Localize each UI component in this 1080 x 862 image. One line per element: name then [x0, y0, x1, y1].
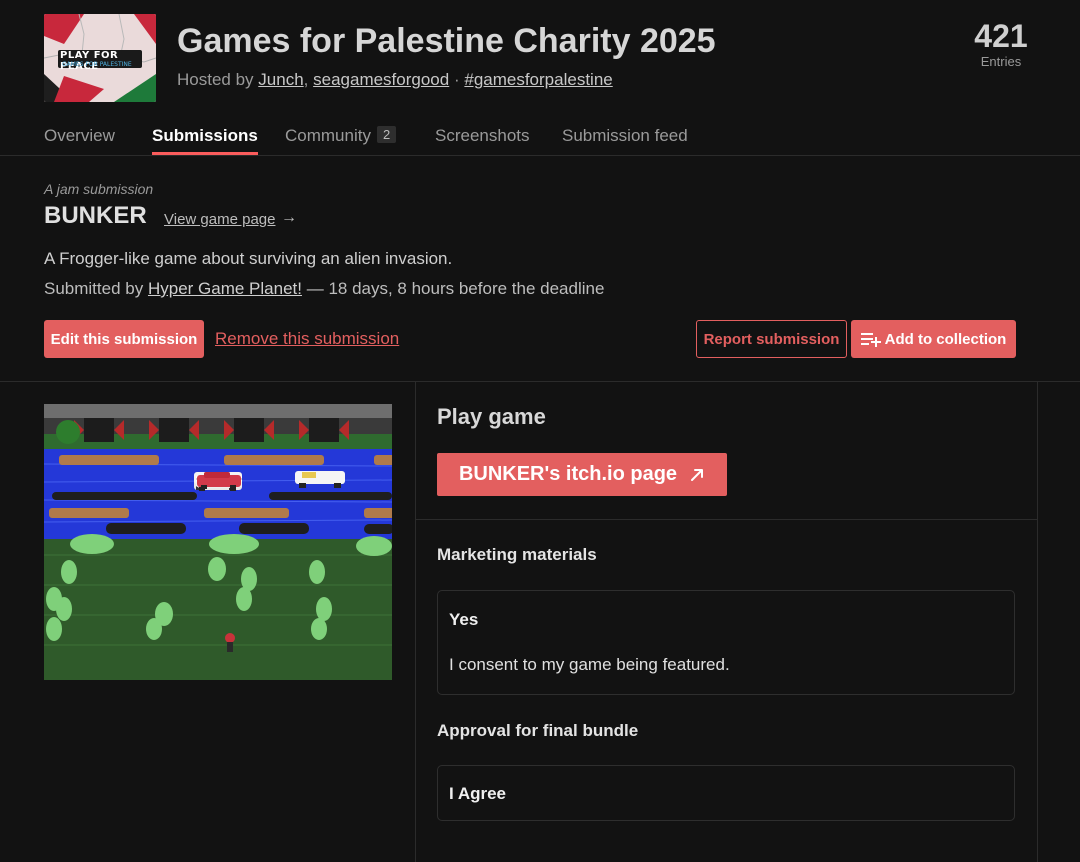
column-divider-right — [1037, 381, 1038, 862]
submitted-by: Submitted by Hyper Game Planet! — 18 day… — [44, 279, 604, 299]
play-game-title: Play game — [437, 404, 546, 429]
add-to-collection-label: Add to collection — [884, 330, 1007, 348]
report-submission-button[interactable]: Report submission — [696, 320, 847, 358]
tab-overview-label: Overview — [44, 126, 115, 145]
content-divider — [0, 381, 1080, 382]
author-link[interactable]: Hyper Game Planet! — [148, 279, 302, 298]
host-separator: , — [303, 70, 309, 89]
tab-screenshots-label: Screenshots — [435, 126, 530, 145]
column-divider — [415, 381, 416, 862]
dot-separator: · — [453, 70, 460, 89]
answer-box-approval: I Agree — [437, 765, 1015, 821]
question-title-approval: Approval for final bundle — [437, 721, 639, 740]
tab-overview[interactable]: Overview — [44, 126, 115, 146]
game-screenshot[interactable] — [44, 404, 392, 680]
external-link-icon — [691, 468, 704, 481]
edit-submission-button[interactable]: Edit this submission — [44, 320, 204, 358]
jam-header: PLAY FOR PEACE GAMES FOR PALESTINE Games… — [0, 0, 1080, 116]
tab-screenshots[interactable]: Screenshots — [435, 126, 530, 146]
host-link-seagamesforgood[interactable]: seagamesforgood — [313, 70, 449, 89]
arrow-right-icon: → — [281, 209, 297, 226]
tab-community-label: Community — [285, 126, 371, 145]
tab-submissions[interactable]: Submissions — [152, 126, 258, 155]
hashtag-link[interactable]: #gamesforpalestine — [464, 70, 612, 89]
answer-strong-approval: I Agree — [449, 784, 507, 803]
itch-page-label: BUNKER's itch.io page — [458, 463, 678, 485]
host-link-junch[interactable]: Junch — [258, 70, 303, 89]
tab-submission-feed[interactable]: Submission feed — [562, 126, 688, 146]
submitted-suffix: — 18 days, 8 hours before the deadline — [306, 279, 605, 298]
submission-name: BUNKER — [44, 202, 147, 229]
view-game-page-link[interactable]: View game page — [164, 211, 275, 228]
playlist-add-icon — [860, 333, 881, 347]
tab-submission-feed-label: Submission feed — [562, 126, 688, 145]
add-to-collection-button[interactable]: Add to collection — [851, 320, 1016, 358]
question-title-marketing: Marketing materials — [437, 545, 597, 564]
itch-page-button[interactable]: BUNKER's itch.io page — [437, 453, 727, 496]
entries-counter[interactable]: 421 Entries — [966, 18, 1036, 69]
community-count-badge: 2 — [376, 126, 397, 143]
jam-title[interactable]: Games for Palestine Charity 2025 — [177, 22, 716, 61]
hosted-prefix: Hosted by — [177, 70, 254, 89]
answer-box-marketing: Yes I consent to my game being featured. — [437, 590, 1015, 695]
play-divider — [415, 519, 1037, 520]
tab-submissions-label: Submissions — [152, 126, 258, 145]
remove-submission-link[interactable]: Remove this submission — [215, 329, 399, 349]
jam-logo-subtext: GAMES FOR PALESTINE — [62, 61, 132, 68]
tab-community[interactable]: Community 2 — [285, 126, 397, 146]
jam-logo[interactable]: PLAY FOR PEACE GAMES FOR PALESTINE — [44, 14, 156, 102]
answer-text-marketing: I consent to my game being featured. — [449, 655, 730, 674]
jam-nav-tabs: Overview Submissions Community 2 Screensh… — [0, 116, 1080, 156]
submission-description: A Frogger-like game about surviving an a… — [44, 249, 453, 268]
answer-strong-marketing: Yes — [449, 610, 479, 629]
submission-kind: A jam submission — [44, 181, 154, 197]
entries-label: Entries — [980, 54, 1022, 69]
submitted-prefix: Submitted by — [44, 279, 144, 298]
entries-count: 421 — [974, 18, 1028, 54]
hosted-by: Hosted by Junch, seagamesforgood · #game… — [177, 70, 613, 90]
